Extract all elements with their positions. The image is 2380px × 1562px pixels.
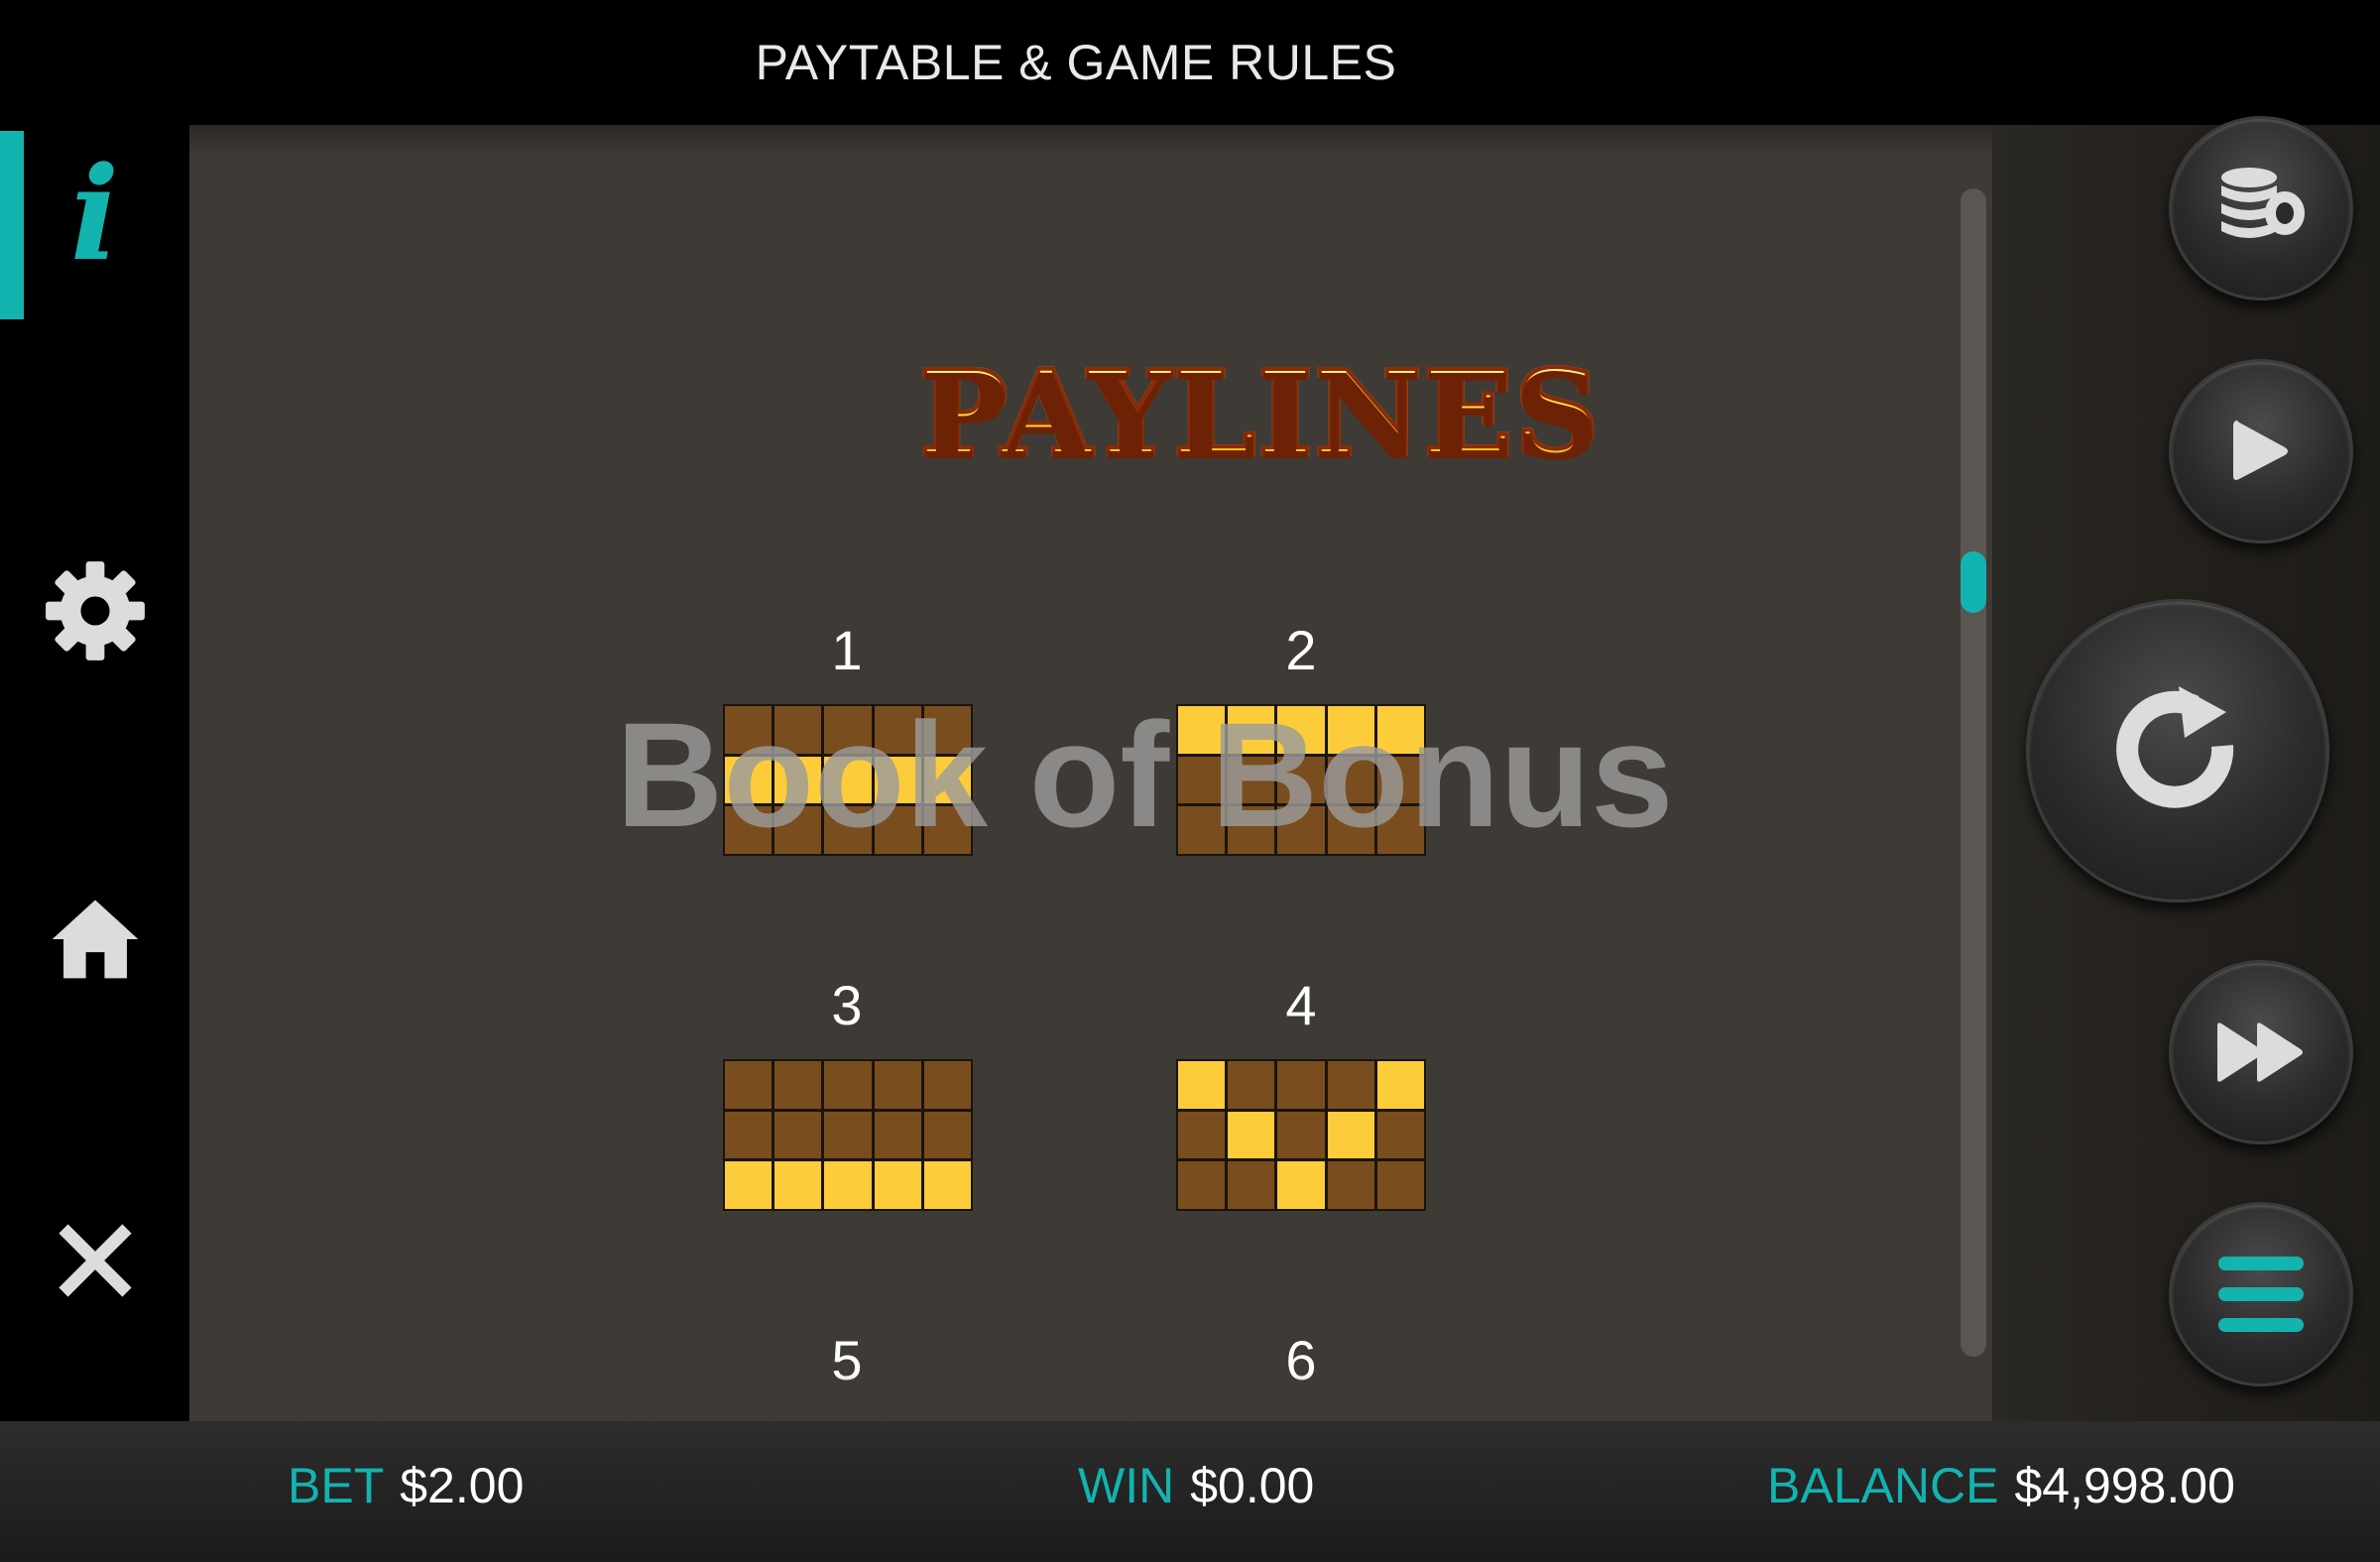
payline-cell-active: [874, 1161, 921, 1209]
balance-label: BALANCE: [1767, 1458, 1999, 1513]
info-icon: i: [69, 138, 120, 290]
fast-forward-button[interactable]: [2169, 960, 2353, 1144]
nav-info-button[interactable]: i: [0, 125, 189, 319]
payline-cell: [1228, 1061, 1275, 1109]
payline-number: 1: [831, 619, 863, 681]
play-icon: [2233, 421, 2288, 480]
payline-number: 3: [831, 974, 863, 1036]
payline-cell: [923, 1111, 971, 1159]
play-button[interactable]: [2169, 359, 2353, 543]
payline-cell-active: [1277, 1161, 1325, 1209]
nav-home-button[interactable]: [0, 844, 189, 1032]
win-display: WIN $0.00: [1078, 1461, 1314, 1510]
balance-value: $4,998.00: [2014, 1458, 2235, 1513]
title-bar: PAYTABLE & GAME RULES: [0, 0, 2380, 125]
hamburger-menu-icon: [2218, 1257, 2304, 1332]
menu-button[interactable]: [2169, 1202, 2353, 1386]
payline-grid: [723, 1059, 973, 1211]
payline-grid: [1176, 1059, 1426, 1211]
payline-cell: [1178, 1111, 1226, 1159]
paylines-heading: PAYLINES: [903, 353, 1617, 474]
payline-cell: [824, 1061, 872, 1109]
payline-cell: [725, 1111, 773, 1159]
page-title: PAYTABLE & GAME RULES: [755, 35, 1397, 90]
coins-button[interactable]: [2169, 116, 2353, 300]
status-bar: BET $2.00 WIN $0.00 BALANCE $4,998.00: [0, 1421, 2380, 1562]
payline-cell: [824, 1111, 872, 1159]
close-icon: [58, 1224, 132, 1297]
side-nav: i: [0, 125, 189, 1421]
win-value: $0.00: [1190, 1458, 1315, 1513]
paytable-panel[interactable]: PAYLINES 1 2 3 4 5 6 Book of Bonus: [189, 125, 1992, 1421]
payline-cell: [1376, 1161, 1424, 1209]
win-label: WIN: [1078, 1458, 1175, 1513]
bet-value: $2.00: [400, 1458, 525, 1513]
payline-cell-active: [725, 1161, 773, 1209]
payline-cell-active: [1178, 1061, 1226, 1109]
gear-icon: [45, 561, 145, 661]
fast-forward-icon: [2217, 1022, 2303, 1082]
payline-cell-active: [774, 1161, 822, 1209]
scrollbar-thumb[interactable]: [1961, 551, 1986, 613]
payline-cell-active: [1228, 1111, 1275, 1159]
game-screen: PAYTABLE & GAME RULES i PAYLINES 1 2 3 4…: [0, 0, 2380, 1562]
payline-cell: [1376, 1111, 1424, 1159]
payline-number: 2: [1285, 619, 1317, 681]
nav-settings-button[interactable]: [0, 517, 189, 705]
bet-display: BET $2.00: [288, 1461, 524, 1510]
payline-number: 4: [1285, 974, 1317, 1036]
payline-cell: [1327, 1061, 1374, 1109]
payline-cell: [1178, 1161, 1226, 1209]
nav-close-button[interactable]: [0, 1166, 189, 1355]
game-title-watermark: Book of Bonus: [616, 691, 1674, 858]
payline-cell: [1277, 1061, 1325, 1109]
scrollbar-track[interactable]: [1961, 188, 1986, 1357]
payline-cell: [1228, 1161, 1275, 1209]
balance-display: BALANCE $4,998.00: [1767, 1461, 2235, 1510]
bet-label: BET: [288, 1458, 385, 1513]
spin-button[interactable]: [2026, 599, 2329, 902]
panel-shadow: [189, 125, 1992, 155]
payline-cell-active: [824, 1161, 872, 1209]
payline-cell-active: [1376, 1061, 1424, 1109]
refresh-icon: [2116, 686, 2234, 808]
payline-cell-active: [923, 1161, 971, 1209]
payline-cell: [1327, 1161, 1374, 1209]
payline-cell: [774, 1111, 822, 1159]
payline-cell-active: [1327, 1111, 1374, 1159]
panel-bottom-fade: [189, 1375, 1992, 1421]
payline-cell: [874, 1061, 921, 1109]
payline-cell: [1277, 1111, 1325, 1159]
payline-cell: [874, 1111, 921, 1159]
payline-cell: [774, 1061, 822, 1109]
home-icon: [52, 900, 138, 979]
payline-cell: [725, 1061, 773, 1109]
coins-icon: [2221, 168, 2305, 238]
payline-cell: [923, 1061, 971, 1109]
